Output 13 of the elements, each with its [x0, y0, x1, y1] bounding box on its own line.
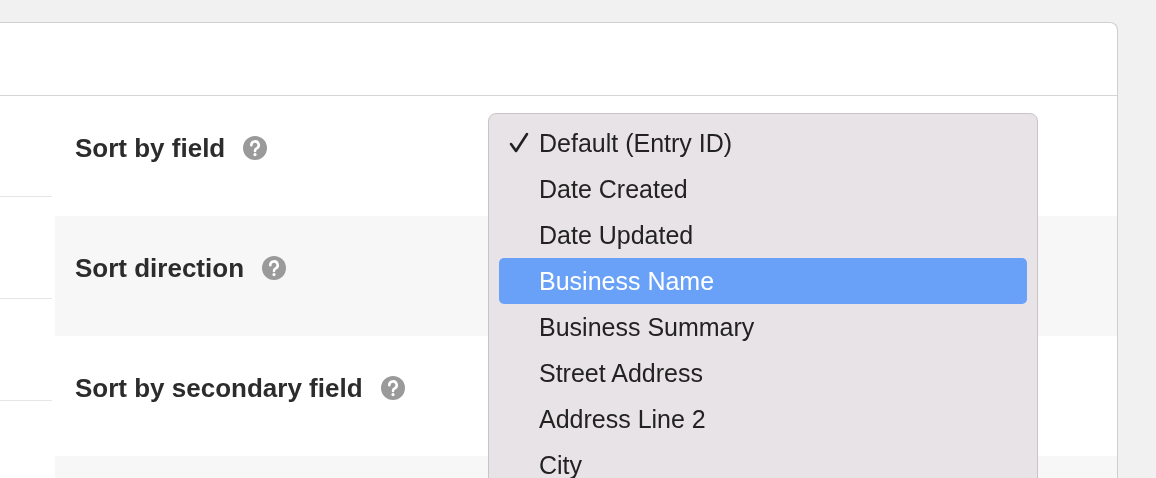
menu-item[interactable]: Default (Entry ID) — [499, 120, 1027, 166]
menu-item[interactable]: Date Updated — [499, 212, 1027, 258]
setting-label: Sort direction — [75, 252, 244, 284]
setting-label: Sort by secondary field — [75, 372, 363, 404]
menu-item[interactable]: Business Summary — [499, 304, 1027, 350]
menu-item[interactable]: City — [499, 442, 1027, 478]
help-icon[interactable] — [262, 256, 286, 280]
menu-item[interactable]: Street Address — [499, 350, 1027, 396]
menu-item[interactable]: Address Line 2 — [499, 396, 1027, 442]
help-icon[interactable] — [243, 136, 268, 160]
menu-item[interactable]: Date Created — [499, 166, 1027, 212]
help-icon[interactable] — [380, 376, 405, 400]
setting-label: Sort by field — [75, 132, 226, 164]
